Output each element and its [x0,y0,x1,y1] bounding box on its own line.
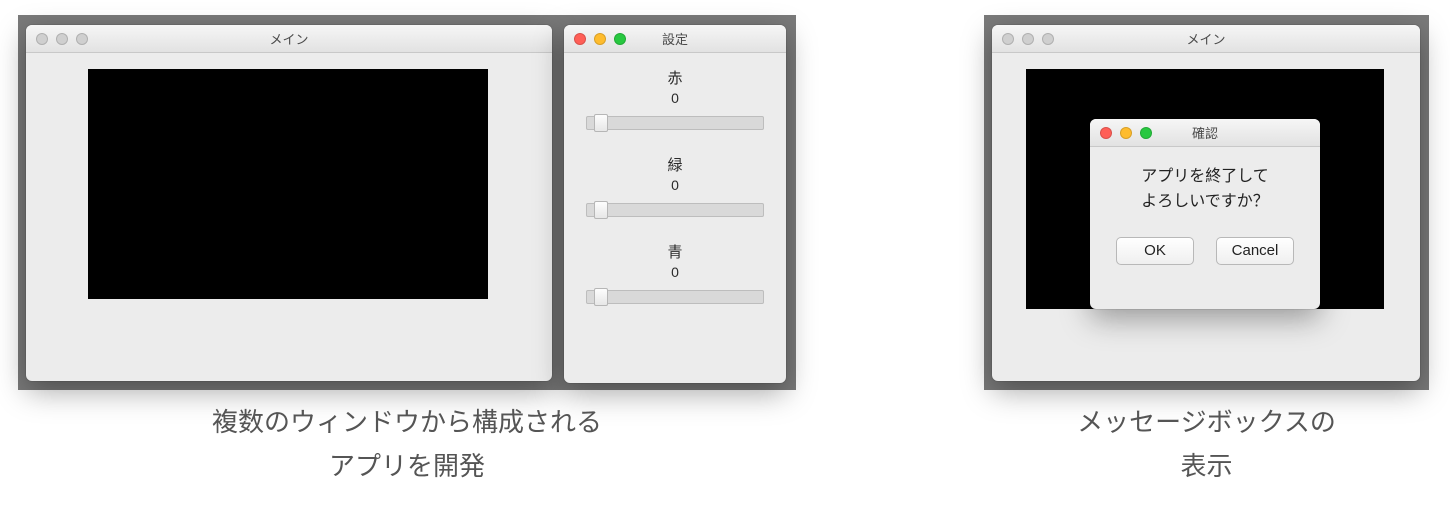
slider-value-blue: 0 [576,264,774,280]
slider-blue[interactable] [586,286,764,306]
settings-window: 設定 赤 0 緑 0 青 0 [564,25,786,383]
main-window-title: メイン [1186,29,1225,48]
confirm-dialog-title: 確認 [1192,123,1218,142]
confirm-dialog-titlebar[interactable]: 確認 [1090,119,1320,147]
settings-body: 赤 0 緑 0 青 0 [564,53,786,306]
slider-green[interactable] [586,199,764,219]
minimize-icon[interactable] [1120,127,1132,139]
main-window-titlebar[interactable]: メイン [992,25,1420,53]
close-icon[interactable] [36,33,48,45]
caption-line: メッセージボックスの [1077,407,1336,437]
close-icon[interactable] [1100,127,1112,139]
slider-red[interactable] [586,112,764,132]
caption-line: アプリを開発 [329,451,485,481]
main-window: メイン [26,25,552,381]
close-icon[interactable] [1002,33,1014,45]
caption-line: 複数のウィンドウから構成される [212,407,602,437]
traffic-lights-active [1100,127,1152,139]
slider-label-blue: 青 [576,241,774,262]
cancel-button[interactable]: Cancel [1216,237,1294,265]
confirm-message-line: アプリを終了して [1141,168,1269,185]
slider-thumb[interactable] [594,201,608,219]
slider-track [586,203,764,217]
slider-thumb[interactable] [594,114,608,132]
minimize-icon[interactable] [1022,33,1034,45]
confirm-button-row: OK Cancel [1106,237,1304,265]
color-canvas [88,69,488,299]
slider-block-green: 緑 0 [576,154,774,219]
main-window-title: メイン [269,29,308,48]
slider-value-green: 0 [576,177,774,193]
confirm-body: アプリを終了して よろしいですか？ OK Cancel [1090,147,1320,265]
caption-line: 表示 [1180,451,1232,481]
left-caption: 複数のウィンドウから構成される アプリを開発 [18,400,796,488]
minimize-icon[interactable] [594,33,606,45]
slider-block-red: 赤 0 [576,67,774,132]
zoom-icon[interactable] [1140,127,1152,139]
main-window-titlebar[interactable]: メイン [26,25,552,53]
confirm-message-line: よろしいですか？ [1141,193,1269,210]
slider-label-green: 緑 [576,154,774,175]
confirm-message: アプリを終了して よろしいですか？ [1106,165,1304,215]
zoom-icon[interactable] [76,33,88,45]
right-caption: メッセージボックスの 表示 [984,400,1429,488]
slider-value-red: 0 [576,90,774,106]
confirm-dialog: 確認 アプリを終了して よろしいですか？ OK Cancel [1090,119,1320,309]
right-example-stage: メイン 確認 アプリを終了して よろしいですか？ OK Cancel [984,15,1429,390]
close-icon[interactable] [574,33,586,45]
traffic-lights-active [574,33,626,45]
slider-label-red: 赤 [576,67,774,88]
slider-track [586,290,764,304]
slider-block-blue: 青 0 [576,241,774,306]
settings-window-title: 設定 [662,29,688,48]
slider-thumb[interactable] [594,288,608,306]
zoom-icon[interactable] [614,33,626,45]
ok-button[interactable]: OK [1116,237,1194,265]
settings-window-titlebar[interactable]: 設定 [564,25,786,53]
zoom-icon[interactable] [1042,33,1054,45]
minimize-icon[interactable] [56,33,68,45]
traffic-lights-inactive [36,33,88,45]
slider-track [586,116,764,130]
traffic-lights-inactive [1002,33,1054,45]
left-example-stage: メイン 設定 赤 0 緑 0 [18,15,796,390]
